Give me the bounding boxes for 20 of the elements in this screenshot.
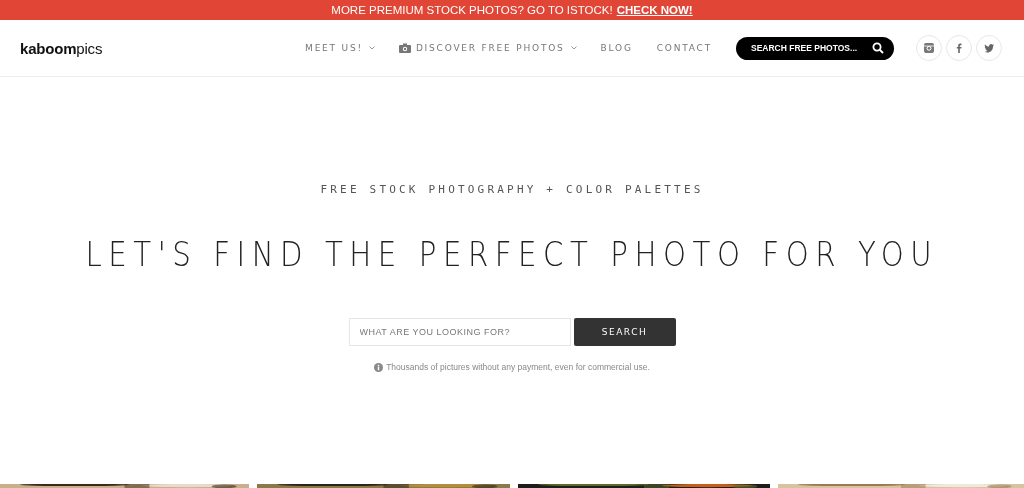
instagram-icon [923,42,935,54]
nav-link[interactable]: CONTACT [656,43,712,53]
nav-link[interactable]: BLOG [600,43,633,53]
twitter-icon [983,42,995,54]
headline: LET'S FIND THE PERFECT PHOTO FOR YOU [85,234,939,274]
nav-link[interactable]: MEET US! [305,43,375,53]
nav-link[interactable]: DISCOVER FREE PHOTOS [398,43,577,53]
caret-icon [368,46,375,50]
info-text: Thousands of pictures without any payment, even for commercial use. [386,362,650,372]
caret-icon [570,46,577,50]
camera-icon [398,43,411,53]
info-icon [374,362,384,372]
search-icon [872,42,884,54]
search-field[interactable]: SEARCH FREE PHOTOS... [736,36,894,60]
logo[interactable]: kaboompics [20,39,306,57]
search-button[interactable]: SEARCH [573,318,676,346]
tagline: FREE STOCK PHOTOGRAPHY + COLOR PALETTES [320,183,704,196]
check-now-link[interactable]: CHECK NOW! [616,4,693,16]
promo-text: MORE PREMIUM STOCK PHOTOS? GO TO ISTOCK! [331,4,613,16]
search-field[interactable]: WHAT ARE YOU LOOKING FOR? [348,318,571,346]
